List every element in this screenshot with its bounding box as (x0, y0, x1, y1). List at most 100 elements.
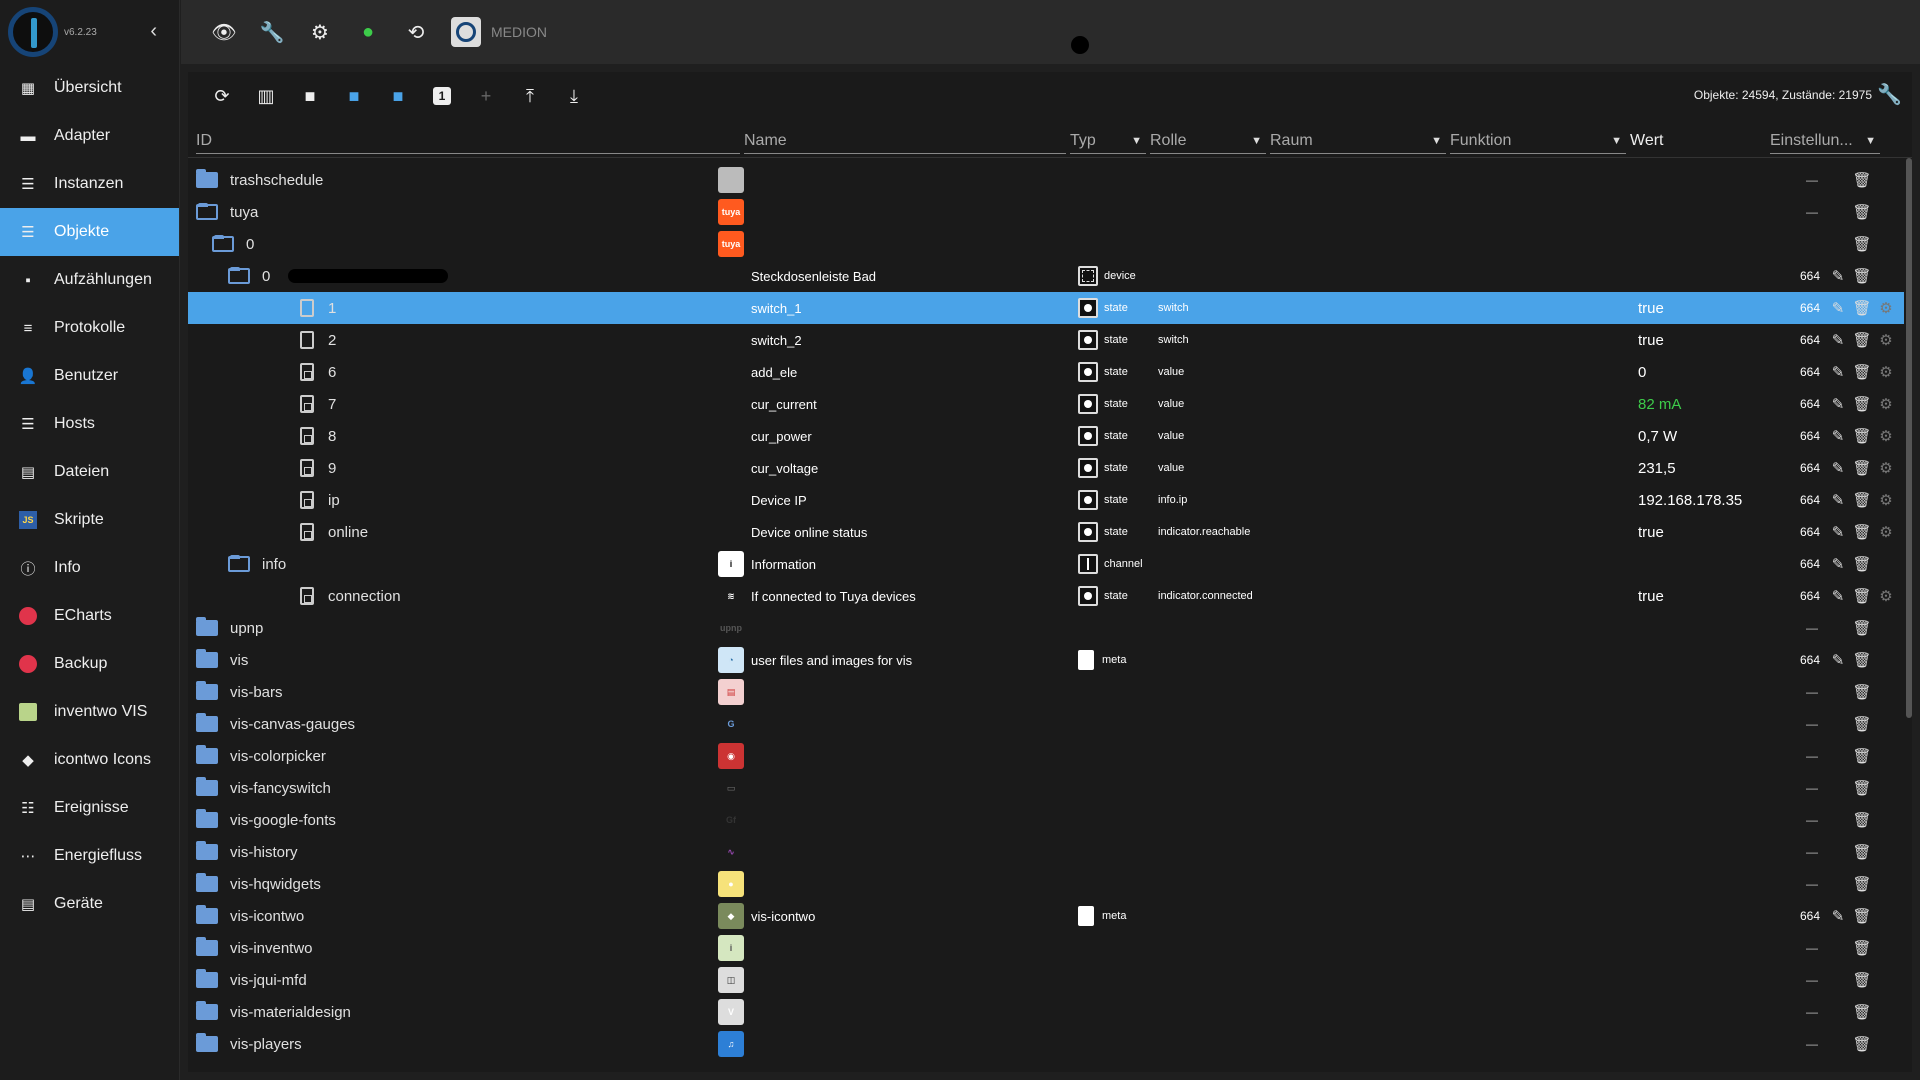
sidebar-item-skripte[interactable]: JS Skripte (0, 496, 179, 544)
table-row[interactable]: 7 cur_current state value 82 mA 664 ✎ 🗑 ⚙ (188, 388, 1904, 420)
row-name[interactable]: cur_current (751, 397, 817, 412)
row-name[interactable]: add_ele (751, 365, 797, 380)
delete-icon[interactable]: 🗑 (1852, 202, 1872, 222)
row-value[interactable]: 0 (1638, 364, 1646, 381)
sidebar-item-übersicht[interactable]: ▦ Übersicht (0, 64, 179, 112)
sidebar-item-benutzer[interactable]: 👤 Benutzer (0, 352, 179, 400)
depth-one-button[interactable]: 1 (420, 74, 464, 118)
table-row[interactable]: 1 switch_1 state switch true 664 ✎ 🗑 ⚙ (188, 292, 1904, 324)
file-value-icon[interactable] (300, 587, 314, 605)
row-value[interactable]: 82 mA (1638, 396, 1681, 413)
col-funktion[interactable]: Funktion ▼ (1450, 128, 1626, 154)
table-row[interactable]: 0 tuya 🗑 (188, 228, 1904, 260)
row-acl[interactable]: 664 (1800, 525, 1820, 539)
folder-icon[interactable] (196, 169, 218, 188)
delete-icon[interactable]: 🗑 (1852, 298, 1872, 318)
table-row[interactable]: vis-fancyswitch ▭ — 🗑 (188, 772, 1904, 804)
col-einstellungen[interactable]: Einstellun... ▼ (1770, 128, 1880, 154)
row-acl[interactable]: 664 (1800, 653, 1820, 667)
delete-icon[interactable]: 🗑 (1852, 682, 1872, 702)
table-row[interactable]: vis-colorpicker ◉ — 🗑 (188, 740, 1904, 772)
sidebar-item-adapter[interactable]: ▬ Adapter (0, 112, 179, 160)
gear-icon[interactable]: ⚙ (1876, 458, 1896, 478)
row-name[interactable]: cur_voltage (751, 461, 818, 476)
sidebar-item-inventwo-vis[interactable]: inventwo VIS (0, 688, 179, 736)
download-icon[interactable]: ⤓ (552, 74, 596, 118)
iobroker-logo-icon[interactable] (8, 7, 58, 57)
folder-open-icon[interactable] (228, 267, 250, 284)
sidebar-item-echarts[interactable]: ECharts (0, 592, 179, 640)
table-row[interactable]: vis-inventwo i — 🗑 (188, 932, 1904, 964)
row-name[interactable]: Device online status (751, 525, 867, 540)
folder-icon[interactable] (196, 841, 218, 860)
row-name[interactable]: Steckdosenleiste Bad (751, 269, 876, 284)
delete-icon[interactable]: 🗑 (1852, 650, 1872, 670)
delete-icon[interactable]: 🗑 (1852, 1034, 1872, 1054)
edit-icon[interactable]: ✎ (1828, 906, 1848, 926)
edit-icon[interactable]: ✎ (1828, 298, 1848, 318)
upload-icon[interactable]: ⤒ (508, 74, 552, 118)
folder-icon[interactable] (196, 905, 218, 924)
file-value-icon[interactable] (300, 491, 314, 509)
expert-mode-icon[interactable]: ● (355, 19, 381, 45)
row-value[interactable]: 0,7 W (1638, 428, 1677, 445)
sidebar-item-geräte[interactable]: ▤ Geräte (0, 880, 179, 928)
table-row[interactable]: tuya tuya — 🗑 (188, 196, 1904, 228)
folder-open-icon[interactable]: ■ (332, 74, 376, 118)
delete-icon[interactable]: 🗑 (1852, 906, 1872, 926)
gear-icon[interactable]: ⚙ (1876, 426, 1896, 446)
delete-icon[interactable]: 🗑 (1852, 394, 1872, 414)
chevron-left-icon[interactable]: ‹ (150, 20, 157, 43)
edit-icon[interactable]: ✎ (1828, 554, 1848, 574)
gear-icon[interactable]: ⚙ (1876, 298, 1896, 318)
folder-icon[interactable] (196, 873, 218, 892)
folder-icon[interactable] (196, 777, 218, 796)
file-icon[interactable] (300, 331, 314, 349)
delete-icon[interactable]: 🗑 (1852, 746, 1872, 766)
row-name[interactable]: switch_2 (751, 333, 802, 348)
delete-icon[interactable]: 🗑 (1852, 554, 1872, 574)
table-row[interactable]: 8 cur_power state value 0,7 W 664 ✎ 🗑 ⚙ (188, 420, 1904, 452)
edit-icon[interactable]: ✎ (1828, 650, 1848, 670)
col-id[interactable]: ID (196, 128, 740, 154)
table-row[interactable]: vis-history ∿ — 🗑 (188, 836, 1904, 868)
row-name[interactable]: cur_power (751, 429, 812, 444)
file-value-icon[interactable] (300, 363, 314, 381)
folder-icon[interactable] (196, 809, 218, 828)
table-row[interactable]: vis-hqwidgets ● — 🗑 (188, 868, 1904, 900)
gear-icon[interactable]: ⚙ (1876, 330, 1896, 350)
folder-icon[interactable] (196, 937, 218, 956)
eye-icon[interactable]: 👁 (211, 19, 237, 45)
col-raum[interactable]: Raum ▼ (1270, 128, 1446, 154)
folder-icon[interactable] (196, 969, 218, 988)
table-row[interactable]: 2 switch_2 state switch true 664 ✎ 🗑 ⚙ (188, 324, 1904, 356)
row-name[interactable]: switch_1 (751, 301, 802, 316)
folder-expand-icon[interactable]: ■ (376, 74, 420, 118)
row-acl[interactable]: 664 (1800, 301, 1820, 315)
gear-icon[interactable]: ⚙ (1876, 490, 1896, 510)
gear-icon[interactable]: ⚙ (1876, 394, 1896, 414)
edit-icon[interactable]: ✎ (1828, 394, 1848, 414)
row-acl[interactable]: 664 (1800, 429, 1820, 443)
table-row[interactable]: 0 Steckdosenleiste Bad device 664 ✎ 🗑 (188, 260, 1904, 292)
table-row[interactable]: 9 cur_voltage state value 231,5 664 ✎ 🗑 ⚙ (188, 452, 1904, 484)
file-value-icon[interactable] (300, 459, 314, 477)
edit-icon[interactable]: ✎ (1828, 330, 1848, 350)
delete-icon[interactable]: 🗑 (1852, 618, 1872, 638)
col-rolle[interactable]: Rolle ▼ (1150, 128, 1266, 154)
folder-icon[interactable] (196, 1001, 218, 1020)
delete-icon[interactable]: 🗑 (1852, 842, 1872, 862)
row-acl[interactable]: 664 (1800, 909, 1820, 923)
file-value-icon[interactable] (300, 427, 314, 445)
gear-icon[interactable]: ⚙ (307, 19, 333, 45)
table-row[interactable]: upnp upnp — 🗑 (188, 612, 1904, 644)
row-name[interactable]: user files and images for vis (751, 653, 912, 668)
delete-icon[interactable]: 🗑 (1852, 778, 1872, 798)
sidebar-item-aufzählungen[interactable]: ▪ Aufzählungen (0, 256, 179, 304)
edit-icon[interactable]: ✎ (1828, 362, 1848, 382)
sidebar-item-dateien[interactable]: ▤ Dateien (0, 448, 179, 496)
vertical-scrollbar[interactable] (1906, 158, 1912, 718)
folder-open-icon[interactable] (196, 203, 218, 220)
sidebar-item-instanzen[interactable]: ☰ Instanzen (0, 160, 179, 208)
edit-icon[interactable]: ✎ (1828, 266, 1848, 286)
